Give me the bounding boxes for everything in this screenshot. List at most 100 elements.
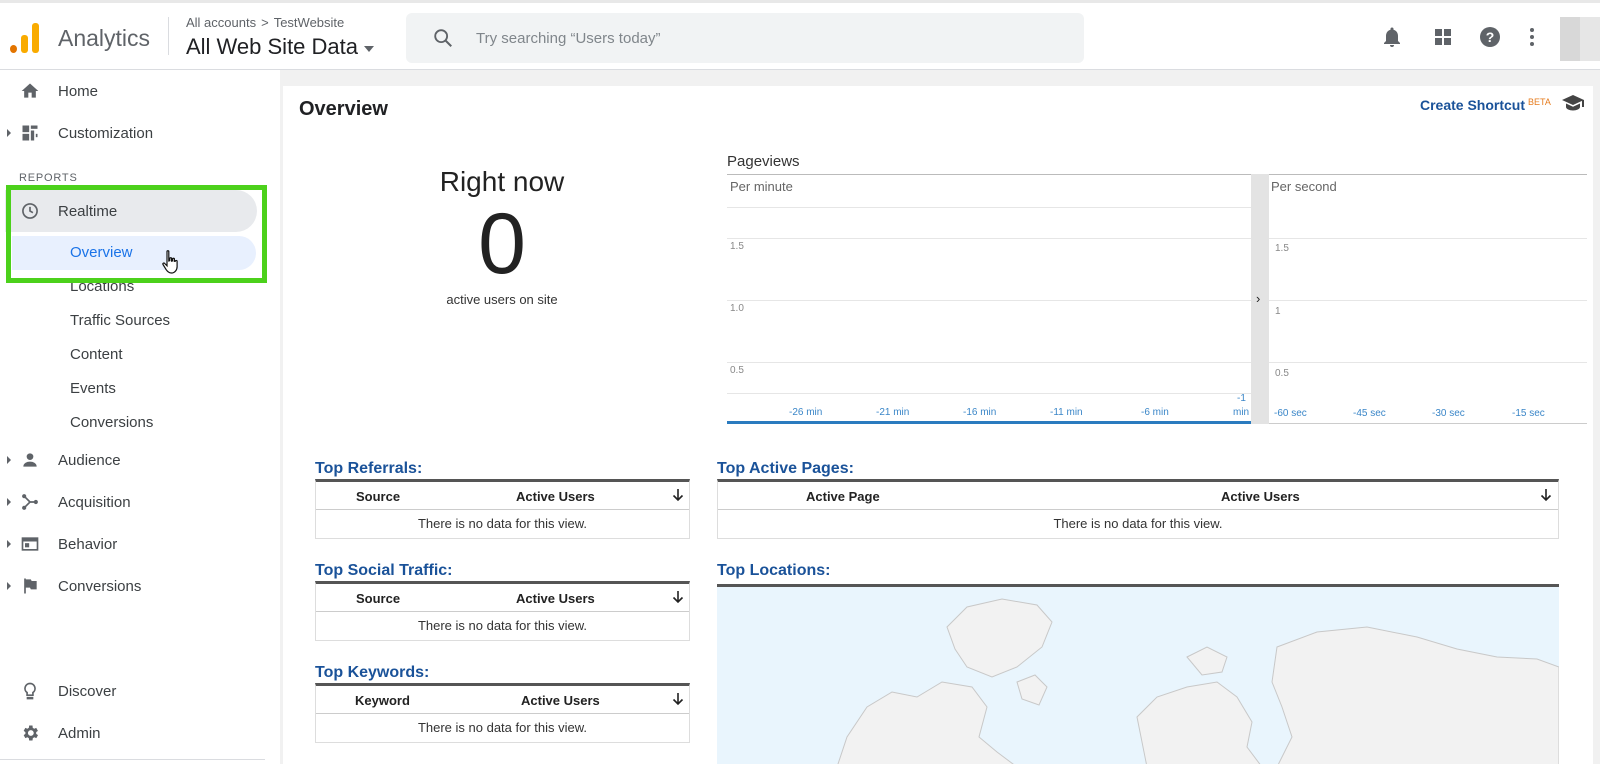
column-header-source[interactable]: Source xyxy=(356,591,400,606)
expand-arrow-icon xyxy=(7,498,11,506)
world-map-outline xyxy=(837,598,1559,764)
analytics-logo[interactable] xyxy=(10,21,40,53)
sidebar-item-customization[interactable]: Customization xyxy=(0,113,265,153)
sidebar-item-audience[interactable]: Audience xyxy=(0,440,265,480)
behavior-icon xyxy=(21,537,39,551)
sidebar-item-label: Acquisition xyxy=(58,493,131,511)
sort-down-icon[interactable] xyxy=(672,590,684,604)
account-avatar[interactable] xyxy=(1560,17,1600,61)
x-tick-label: -16 min xyxy=(963,407,997,418)
breadcrumb[interactable]: All accounts > TestWebsite xyxy=(186,15,344,30)
lightbulb-icon xyxy=(24,682,36,700)
expand-arrow-icon xyxy=(7,129,11,137)
y-tick-label: 1.5 xyxy=(1275,243,1289,254)
chart-expand-toggle[interactable]: › xyxy=(1251,174,1269,424)
sidebar-subitem-conversions[interactable]: Conversions xyxy=(70,414,153,431)
pageviews-title: Pageviews xyxy=(727,153,800,170)
top-active-pages-table: Active Page Active Users There is no dat… xyxy=(717,479,1559,539)
hand-cursor-icon xyxy=(162,250,178,274)
graduation-cap-icon[interactable] xyxy=(1561,94,1585,112)
dashboard-icon xyxy=(22,125,38,141)
sidebar-item-discover[interactable]: Discover xyxy=(0,671,265,711)
top-locations-map[interactable] xyxy=(717,584,1559,764)
grid-line xyxy=(727,362,1251,363)
right-now-panel: Right now 0 active users on site xyxy=(360,166,644,307)
sidebar-item-home[interactable]: Home xyxy=(0,71,265,111)
search-bar[interactable] xyxy=(406,13,1084,63)
column-header-active-users[interactable]: Active Users xyxy=(521,693,600,708)
empty-message: There is no data for this view. xyxy=(417,720,588,735)
apps-grid-icon[interactable] xyxy=(1431,25,1455,49)
grid-line xyxy=(1269,362,1587,363)
y-tick-label: 0.5 xyxy=(1275,368,1289,379)
sidebar-item-behavior[interactable]: Behavior xyxy=(0,524,265,564)
column-header-active-users[interactable]: Active Users xyxy=(516,591,595,606)
sidebar-item-acquisition[interactable]: Acquisition xyxy=(0,482,265,522)
column-header-active-users[interactable]: Active Users xyxy=(516,489,595,504)
column-header-active-page[interactable]: Active Page xyxy=(806,489,880,504)
x-tick-label: -26 min xyxy=(789,407,823,418)
breadcrumb-website[interactable]: TestWebsite xyxy=(274,15,345,30)
grid-line xyxy=(1269,238,1587,239)
person-icon xyxy=(23,453,37,467)
search-icon xyxy=(434,29,452,47)
property-selector[interactable]: All Web Site Data xyxy=(186,34,375,60)
create-shortcut-label: Create Shortcut xyxy=(1420,97,1526,113)
caret-down-icon xyxy=(364,45,375,52)
x-tick-label: -30 sec xyxy=(1432,408,1465,419)
x-tick-label: -1 xyxy=(1237,393,1246,404)
sidebar-item-label: Home xyxy=(58,82,99,100)
header-divider xyxy=(168,17,169,55)
column-header-active-users[interactable]: Active Users xyxy=(1221,489,1300,504)
grid-line xyxy=(727,207,1251,208)
empty-message: There is no data for this view. xyxy=(417,618,588,633)
top-active-pages-title[interactable]: Top Active Pages: xyxy=(717,460,854,478)
more-vert-icon[interactable] xyxy=(1520,25,1544,49)
acquisition-icon xyxy=(22,494,38,510)
per-second-label: Per second xyxy=(1271,179,1337,194)
sort-down-icon[interactable] xyxy=(1540,488,1552,502)
sidebar-subitem-content[interactable]: Content xyxy=(70,346,123,363)
top-referrals-table: Source Active Users There is no data for… xyxy=(315,479,690,539)
sidebar-item-label: Audience xyxy=(58,451,121,469)
sort-down-icon[interactable] xyxy=(672,488,684,502)
sidebar-subitem-traffic-sources[interactable]: Traffic Sources xyxy=(70,312,170,329)
sidebar-item-label: Customization xyxy=(58,124,154,142)
page-title: Overview xyxy=(299,98,388,120)
search-input[interactable] xyxy=(476,26,1036,50)
sidebar-item-label: Admin xyxy=(58,724,101,742)
x-tick-label: -45 sec xyxy=(1353,408,1386,419)
grid-line xyxy=(727,238,1251,239)
active-users-count: 0 xyxy=(478,196,526,292)
sort-down-icon[interactable] xyxy=(672,692,684,706)
bell-icon[interactable] xyxy=(1380,25,1404,49)
top-locations-title[interactable]: Top Locations: xyxy=(717,562,830,580)
column-header-source[interactable]: Source xyxy=(356,489,400,504)
grid-line xyxy=(727,393,1251,394)
beta-badge: BETA xyxy=(1528,97,1551,107)
sidebar-subitem-events[interactable]: Events xyxy=(70,380,116,397)
expand-arrow-icon xyxy=(7,540,11,548)
sidebar-item-conversions[interactable]: Conversions xyxy=(0,566,265,606)
top-referrals-title[interactable]: Top Referrals: xyxy=(315,460,422,478)
property-name: All Web Site Data xyxy=(186,34,359,59)
chart-top-border xyxy=(727,174,1587,175)
column-header-keyword[interactable]: Keyword xyxy=(355,693,410,708)
sidebar-item-label: Conversions xyxy=(58,577,142,595)
top-keywords-title[interactable]: Top Keywords: xyxy=(315,664,429,682)
breadcrumb-accounts[interactable]: All accounts xyxy=(186,15,256,30)
sidebar-item-admin[interactable]: Admin xyxy=(0,713,265,753)
app-name: Analytics xyxy=(58,25,151,51)
table-header: Source Active Users xyxy=(316,584,689,612)
y-tick-label: 1.5 xyxy=(730,241,744,252)
help-icon[interactable]: ? xyxy=(1478,25,1502,49)
y-tick-label: 0.5 xyxy=(730,365,744,376)
gear-icon xyxy=(23,725,38,741)
active-users-subtitle: active users on site xyxy=(446,292,558,307)
top-app-bar: Analytics All accounts > TestWebsite All W… xyxy=(0,0,1600,70)
top-social-title[interactable]: Top Social Traffic: xyxy=(315,562,453,580)
create-shortcut-link[interactable]: Create Shortcut BETA xyxy=(1420,97,1551,113)
table-header: Active Page Active Users xyxy=(718,482,1558,510)
sidebar-item-label: Discover xyxy=(58,682,117,700)
expand-arrow-icon xyxy=(7,456,11,464)
